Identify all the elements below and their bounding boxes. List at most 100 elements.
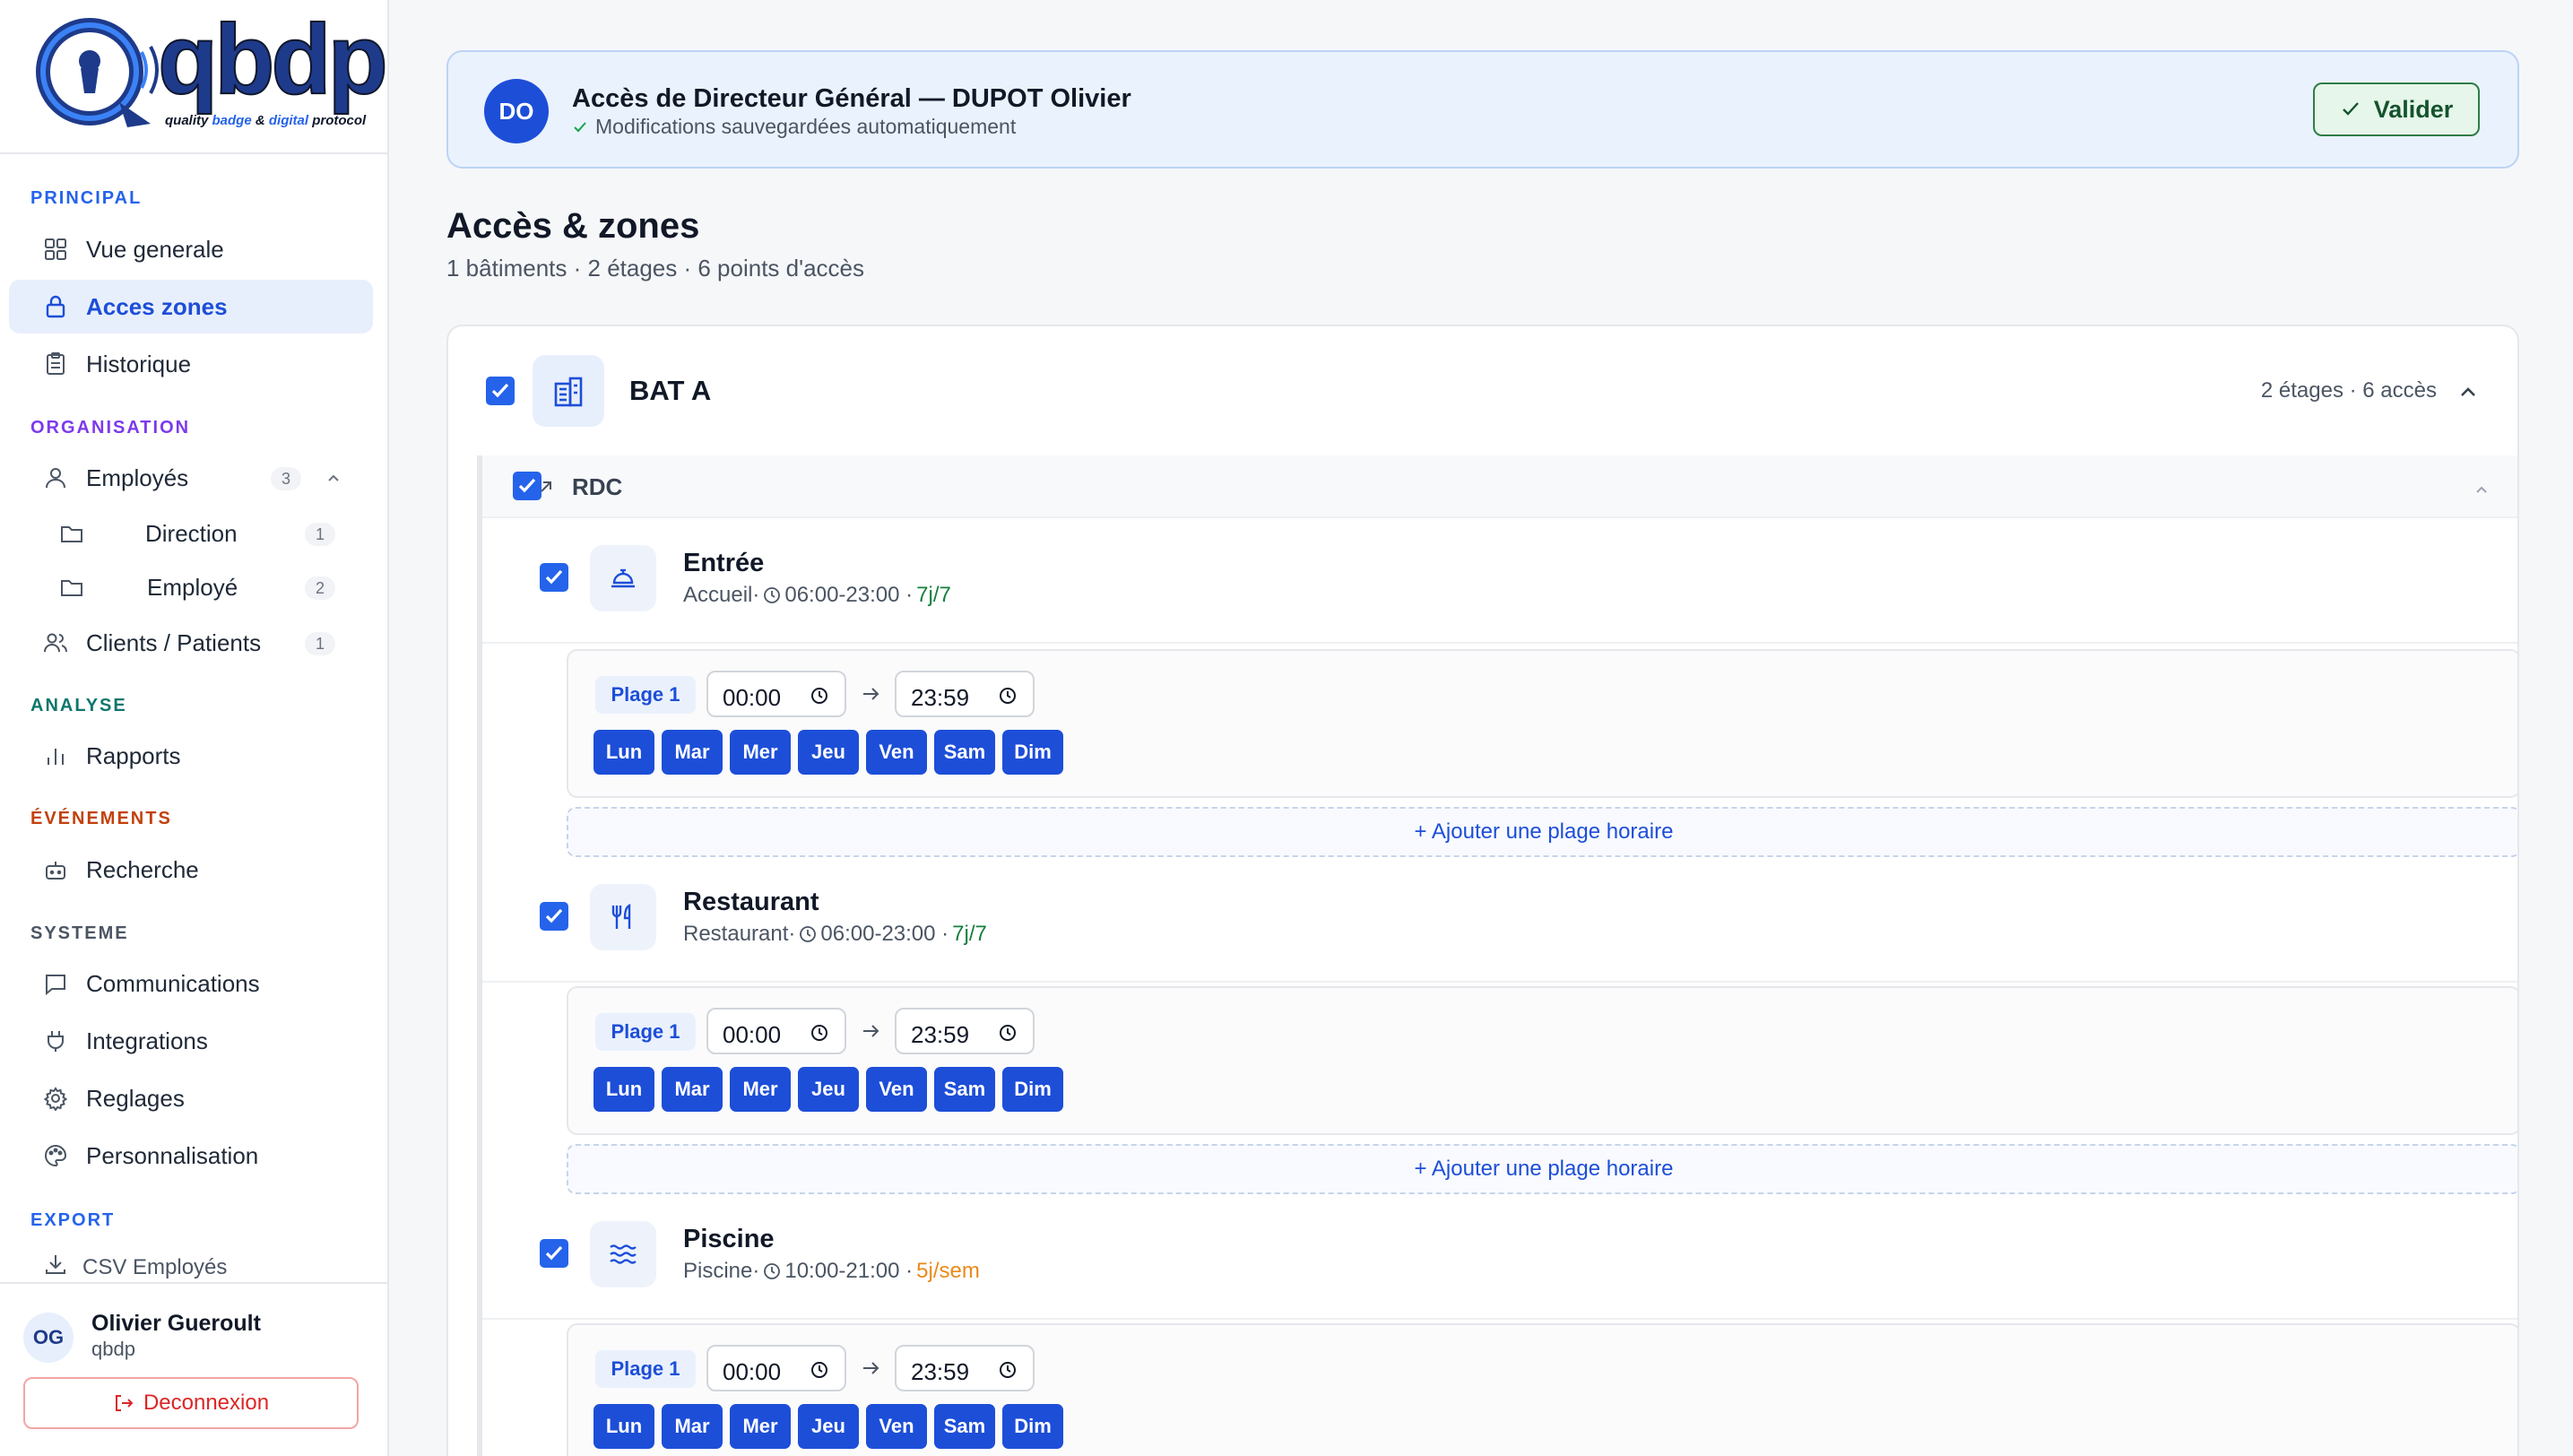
logo-tagline: quality badge & digital protocol (165, 113, 367, 128)
section-title-systeme: SYSTEME (30, 923, 129, 943)
sidebar-item-label: Rapports (86, 742, 181, 769)
zone-checkbox[interactable] (540, 1239, 568, 1268)
building-meta: 2 étages · 6 accès (2260, 378, 2437, 403)
sidebar-item-integrations[interactable]: Integrations (9, 1014, 373, 1068)
clock-icon (1000, 1025, 1016, 1041)
zone-row-restaurant: Restaurant Restaurant· 06:00-23:00 · 7j/… (482, 857, 2517, 983)
sidebar-item-historique[interactable]: Historique (9, 337, 373, 391)
page-title: Accès & zones (446, 206, 700, 246)
end-time-value: 23:59 (911, 684, 970, 711)
lock-icon (46, 295, 65, 318)
day-toggle-lun[interactable]: Lun (593, 1067, 654, 1112)
zone-checkbox[interactable] (540, 563, 568, 592)
building-checkbox[interactable] (486, 377, 515, 405)
section-title-principal: PRINCIPAL (30, 188, 143, 208)
add-time-slot-button[interactable]: + Ajouter une plage horaire (567, 807, 2517, 857)
day-toggles: Lun Mar Mer Jeu Ven Sam Dim (593, 730, 1063, 775)
day-toggle-ven[interactable]: Ven (866, 1067, 927, 1112)
sidebar-item-clients-patients[interactable]: Clients / Patients 1 (9, 616, 373, 670)
logo-area[interactable]: qbdp quality badge & digital protocol (0, 0, 389, 154)
day-toggle-sam[interactable]: Sam (934, 1067, 995, 1112)
day-toggles: Lun Mar Mer Jeu Ven Sam Dim (593, 1404, 1063, 1449)
chevron-up-icon[interactable] (2473, 481, 2491, 498)
avatar: OG (23, 1313, 74, 1363)
banner-title: Accès de Directeur Général — DUPOT Olivi… (572, 84, 1131, 113)
zone-name: Restaurant (683, 888, 819, 916)
end-time-input[interactable]: 23:59 (895, 1345, 1035, 1391)
zone-hours: 10:00-21:00 · (784, 1259, 914, 1283)
day-toggle-mar[interactable]: Mar (662, 1404, 723, 1449)
sidebar-item-personnalisation[interactable]: Personnalisation (9, 1129, 373, 1183)
sidebar-item-acces-zones[interactable]: Acces zones (9, 280, 373, 334)
day-toggle-ven[interactable]: Ven (866, 730, 927, 775)
section-title-analyse: ANALYSE (30, 696, 127, 715)
validate-button[interactable]: Valider (2313, 82, 2480, 136)
sidebar-item-employes[interactable]: Employés 3 (9, 451, 373, 505)
sidebar-item-employe[interactable]: Employé 2 (9, 560, 373, 614)
zone-hours: 06:00-23:00 · (820, 922, 949, 946)
floor-header[interactable]: RDC (482, 455, 2517, 518)
start-time-value: 00:00 (723, 1358, 782, 1385)
count-badge: 2 (305, 576, 335, 600)
sidebar-item-rapports[interactable]: Rapports (9, 729, 373, 783)
section-title-export: EXPORT (30, 1210, 116, 1230)
sidebar-item-direction[interactable]: Direction 1 (9, 507, 373, 560)
day-toggle-ven[interactable]: Ven (866, 1404, 927, 1449)
end-time-input[interactable]: 23:59 (895, 1008, 1035, 1054)
day-toggle-sam[interactable]: Sam (934, 1404, 995, 1449)
chevron-up-icon[interactable] (2456, 380, 2480, 403)
zone-days-label: 5j/sem (916, 1259, 980, 1283)
day-toggle-jeu[interactable]: Jeu (798, 1067, 859, 1112)
sidebar-item-recherche[interactable]: Recherche (9, 843, 373, 897)
day-toggle-dim[interactable]: Dim (1002, 730, 1063, 775)
zone-days-label: 7j/7 (916, 583, 951, 607)
add-time-slot-button[interactable]: + Ajouter une plage horaire (567, 1144, 2517, 1194)
day-toggles: Lun Mar Mer Jeu Ven Sam Dim (593, 1067, 1063, 1112)
sidebar-item-csv-employes[interactable]: CSV Employés (9, 1243, 373, 1282)
schedule-slot: Plage 1 00:00 23:59 Lun Mar Mer Jeu Ven … (567, 1323, 2517, 1456)
sidebar-item-label: CSV Employés (82, 1255, 228, 1279)
clock-icon (1000, 1362, 1016, 1378)
user-name: Olivier Gueroult (91, 1311, 261, 1336)
logout-button[interactable]: Deconnexion (23, 1377, 359, 1429)
start-time-input[interactable]: 00:00 (706, 671, 846, 717)
day-toggle-lun[interactable]: Lun (593, 730, 654, 775)
plug-icon (48, 1031, 64, 1052)
schedule-slot: Plage 1 00:00 23:59 Lun Mar Mer Jeu Ven … (567, 649, 2517, 798)
download-icon (46, 1255, 65, 1274)
count-badge: 1 (305, 632, 335, 655)
zone-type: Accueil· (683, 583, 760, 607)
zone-checkbox[interactable] (540, 902, 568, 931)
day-toggle-mer[interactable]: Mer (730, 730, 791, 775)
day-toggle-mar[interactable]: Mar (662, 1067, 723, 1112)
clock-icon (811, 1362, 827, 1378)
arrow-right-icon (863, 1025, 879, 1037)
day-toggle-jeu[interactable]: Jeu (798, 1404, 859, 1449)
day-toggle-dim[interactable]: Dim (1002, 1404, 1063, 1449)
day-toggle-sam[interactable]: Sam (934, 730, 995, 775)
chevron-up-icon[interactable] (325, 469, 342, 487)
sidebar-item-label: Historique (86, 351, 192, 377)
clock-icon (764, 1263, 781, 1279)
day-toggle-dim[interactable]: Dim (1002, 1067, 1063, 1112)
day-toggle-jeu[interactable]: Jeu (798, 730, 859, 775)
start-time-input[interactable]: 00:00 (706, 1345, 846, 1391)
day-toggle-mer[interactable]: Mer (730, 1067, 791, 1112)
sidebar-item-communications[interactable]: Communications (9, 957, 373, 1010)
sidebar-item-label: Vue generale (86, 236, 224, 263)
day-toggle-lun[interactable]: Lun (593, 1404, 654, 1449)
day-toggle-mer[interactable]: Mer (730, 1404, 791, 1449)
schedule-slot: Plage 1 00:00 23:59 Lun Mar Mer Jeu Ven … (567, 986, 2517, 1135)
day-toggle-mar[interactable]: Mar (662, 730, 723, 775)
start-time-input[interactable]: 00:00 (706, 1008, 846, 1054)
sidebar-item-label: Integrations (86, 1027, 208, 1054)
zone-meta: Piscine· 10:00-21:00 · 5j/sem (683, 1259, 980, 1284)
zone-meta: Restaurant· 06:00-23:00 · 7j/7 (683, 922, 987, 947)
end-time-value: 23:59 (911, 1021, 970, 1048)
section-title-organisation: ORGANISATION (30, 418, 191, 438)
sidebar-item-reglages[interactable]: Reglages (9, 1071, 373, 1125)
sidebar-item-vue-generale[interactable]: Vue generale (9, 222, 373, 276)
clock-icon (811, 1025, 827, 1041)
end-time-input[interactable]: 23:59 (895, 671, 1035, 717)
building-icon (554, 377, 583, 407)
